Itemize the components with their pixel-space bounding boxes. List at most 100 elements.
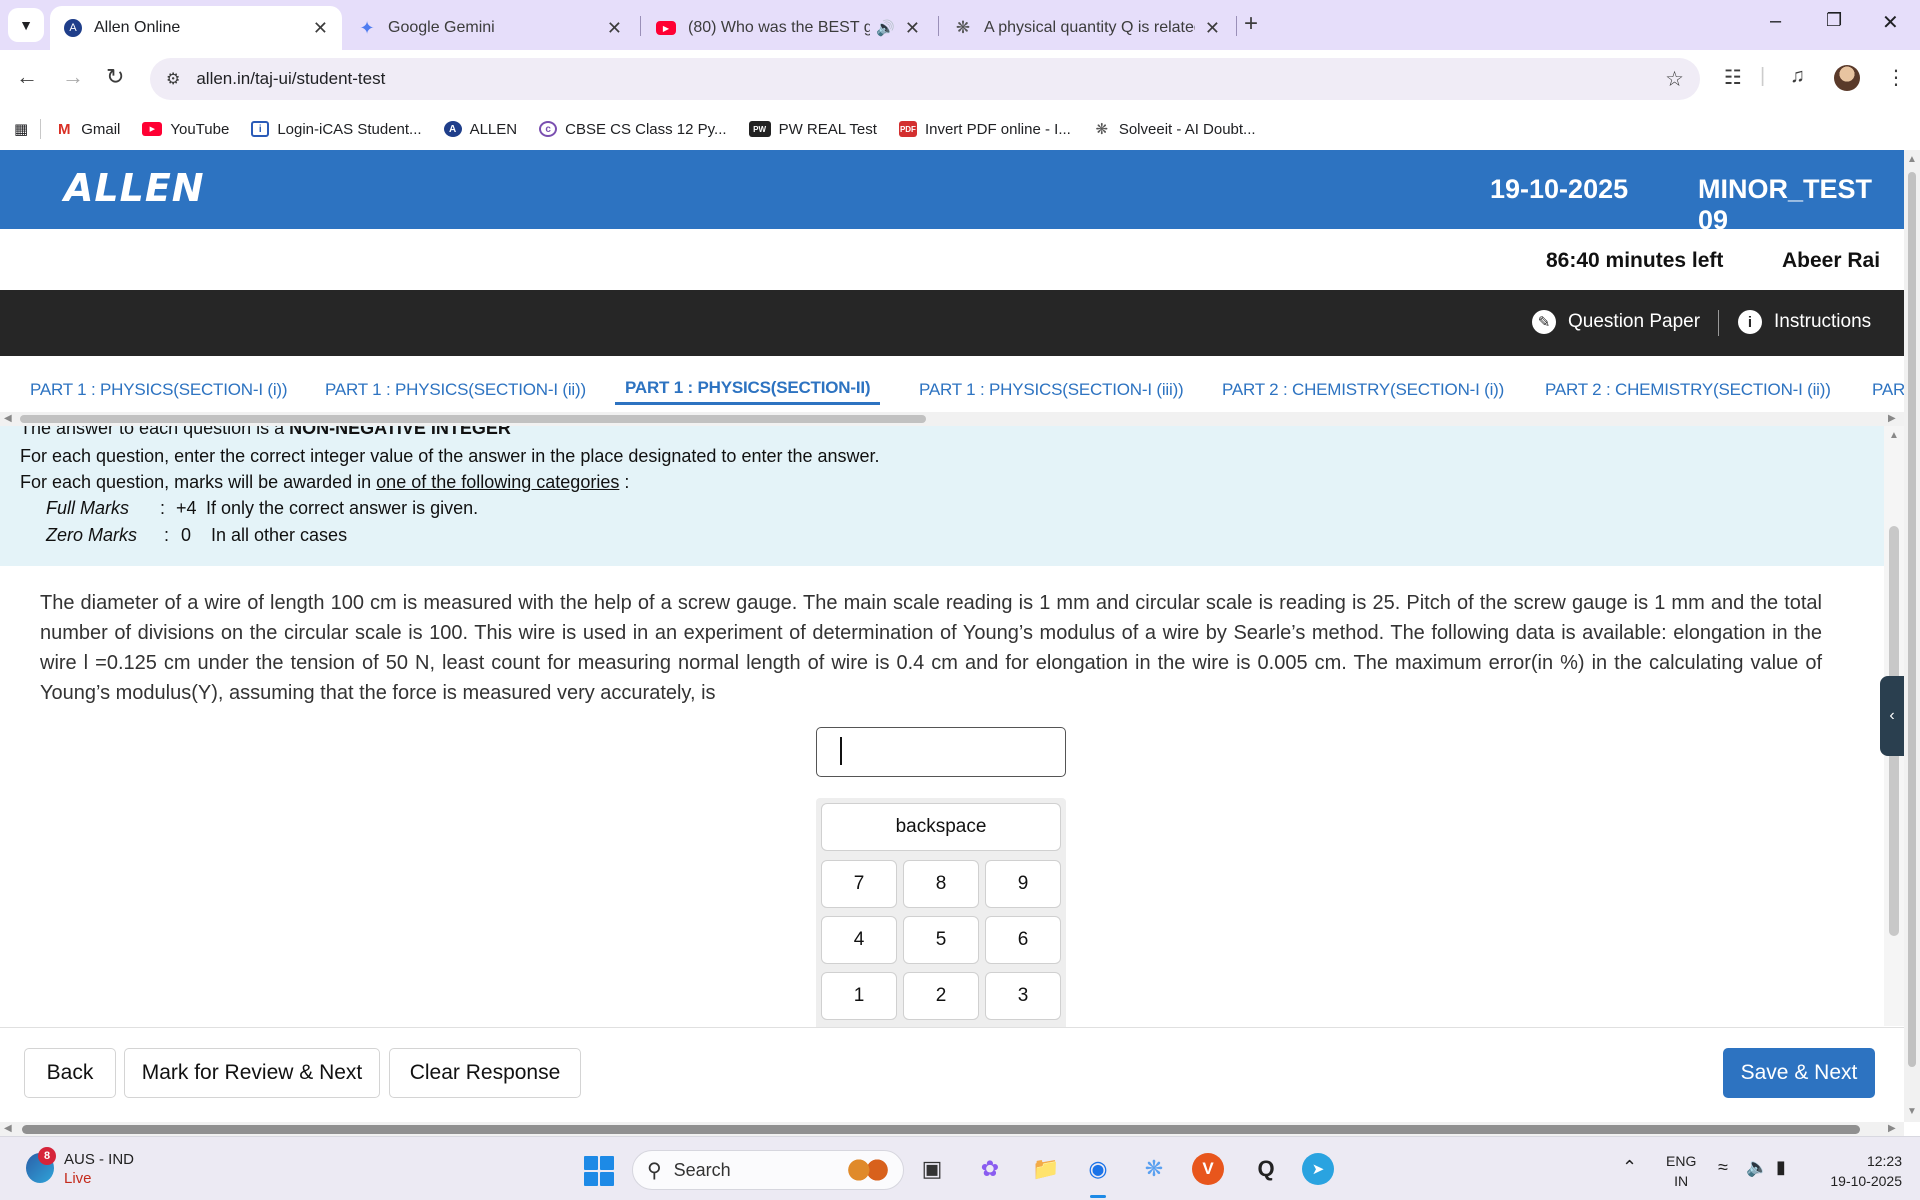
- instruction-line-1: The answer to each question is a NON-NEG…: [20, 426, 511, 438]
- bookmark-invert-pdf[interactable]: PDF Invert PDF online - I...: [898, 121, 1071, 138]
- bookmark-pw-real-test[interactable]: PW PW REAL Test: [748, 121, 877, 138]
- wifi-icon[interactable]: ≈: [1718, 1157, 1728, 1178]
- tab-physics-section-1-iii[interactable]: PART 1 : PHYSICS(SECTION-I (iii)): [919, 380, 1184, 400]
- volume-icon[interactable]: 🔈: [1746, 1157, 1768, 1178]
- tab-physics-section-1-ii[interactable]: PART 1 : PHYSICS(SECTION-I (ii)): [325, 380, 586, 400]
- media-controls-icon[interactable]: ♫: [1790, 65, 1805, 88]
- minimize-icon[interactable]: –: [1770, 10, 1781, 33]
- keypad-backspace-button[interactable]: backspace: [821, 803, 1061, 851]
- input-language[interactable]: ENG IN: [1666, 1151, 1696, 1191]
- instructions-button[interactable]: i Instructions: [1738, 310, 1871, 334]
- close-window-icon[interactable]: ✕: [1882, 10, 1899, 35]
- keypad-key-9[interactable]: 9: [985, 860, 1061, 908]
- answer-input[interactable]: [816, 727, 1066, 777]
- actions-divider: [1718, 310, 1719, 336]
- live-score-widget[interactable]: 8 AUS - IND Live: [22, 1147, 222, 1191]
- scroll-up-icon[interactable]: ▲: [1907, 154, 1917, 165]
- bookmark-allen[interactable]: A ALLEN: [443, 121, 517, 138]
- zero-marks-desc: In all other cases: [211, 525, 348, 545]
- system-clock[interactable]: 12:23 19-10-2025: [1818, 1151, 1902, 1191]
- address-bar[interactable]: ⚙ allen.in/taj-ui/student-test ☆: [150, 58, 1700, 100]
- windows-start-icon[interactable]: [584, 1156, 614, 1186]
- tab-physics-section-2[interactable]: PART 1 : PHYSICS(SECTION-II): [625, 378, 871, 398]
- bookmark-youtube[interactable]: ▶ YouTube: [142, 121, 229, 138]
- copilot-icon[interactable]: ✿: [972, 1151, 1008, 1187]
- keypad-key-6[interactable]: 6: [985, 916, 1061, 964]
- scroll-left-icon[interactable]: ◀: [4, 1123, 12, 1134]
- close-tab-icon[interactable]: ✕: [607, 18, 622, 39]
- telegram-icon[interactable]: ➤: [1302, 1153, 1334, 1185]
- browser-tab-gemini[interactable]: ✦ Google Gemini ✕: [344, 6, 636, 50]
- student-name: Abeer Rai: [1782, 249, 1881, 272]
- keypad-key-8[interactable]: 8: [903, 860, 979, 908]
- close-tab-icon[interactable]: ✕: [905, 18, 920, 39]
- page-horizontal-scrollbar[interactable]: ◀ ▶: [0, 1122, 1904, 1136]
- scroll-up-icon[interactable]: ▲: [1889, 430, 1899, 441]
- scroll-down-icon[interactable]: ▼: [1907, 1106, 1917, 1117]
- restore-icon[interactable]: ❐: [1826, 10, 1842, 31]
- bookmark-solveeit[interactable]: ❋ Solveeit - AI Doubt...: [1093, 121, 1256, 139]
- scroll-right-icon[interactable]: ▶: [1888, 1123, 1896, 1134]
- bookmark-star-icon[interactable]: ☆: [1665, 67, 1684, 92]
- vivaldi-icon[interactable]: V: [1192, 1153, 1224, 1185]
- question-palette-toggle[interactable]: ‹: [1880, 676, 1904, 756]
- scroll-left-icon[interactable]: ◀: [4, 413, 12, 424]
- tab-physics-section-1-i[interactable]: PART 1 : PHYSICS(SECTION-I (i)): [30, 380, 288, 400]
- keypad-key-4[interactable]: 4: [821, 916, 897, 964]
- browser-tab-physics-question[interactable]: ❋ A physical quantity Q is related ✕: [940, 6, 1234, 50]
- chrome-menu-icon[interactable]: ⋮: [1886, 65, 1906, 90]
- active-tab-indicator: [615, 402, 880, 405]
- clear-response-button[interactable]: Clear Response: [389, 1048, 581, 1098]
- scrollbar-thumb[interactable]: [22, 1125, 1860, 1134]
- save-next-button[interactable]: Save & Next: [1723, 1048, 1875, 1098]
- back-button[interactable]: Back: [24, 1048, 116, 1098]
- apps-grid-icon[interactable]: ▦: [14, 120, 28, 138]
- close-tab-icon[interactable]: ✕: [313, 18, 328, 39]
- section-tabs: PART 1 : PHYSICS(SECTION-I (i)) PART 1 :…: [0, 356, 1904, 406]
- keypad-key-7[interactable]: 7: [821, 860, 897, 908]
- task-view-icon[interactable]: ▣: [914, 1151, 950, 1187]
- chevron-up-icon[interactable]: ⌃: [1622, 1157, 1637, 1178]
- profile-avatar[interactable]: [1834, 65, 1860, 91]
- atom-app-icon[interactable]: ❋: [1136, 1151, 1172, 1187]
- bookmark-cbse-cs[interactable]: c CBSE CS Class 12 Py...: [539, 121, 727, 138]
- quillbot-icon[interactable]: Q: [1248, 1151, 1284, 1187]
- keypad-key-5[interactable]: 5: [903, 916, 979, 964]
- youtube-favicon-icon: ▶: [656, 21, 676, 35]
- back-arrow-icon[interactable]: ←: [16, 64, 38, 90]
- site-settings-icon[interactable]: ⚙: [166, 69, 180, 89]
- test-name: MINOR_TEST 09: [1698, 174, 1873, 235]
- new-tab-icon[interactable]: +: [1244, 10, 1258, 38]
- bookmark-icas[interactable]: i Login-iCAS Student...: [251, 121, 422, 138]
- tab-search-button[interactable]: ▼: [8, 8, 44, 42]
- scroll-right-icon[interactable]: ▶: [1888, 413, 1896, 424]
- reload-icon[interactable]: ↻: [106, 64, 124, 90]
- zero-marks-label: Zero Marks: [46, 525, 138, 545]
- mark-for-review-button[interactable]: Mark for Review & Next: [124, 1048, 380, 1098]
- url-text[interactable]: allen.in/taj-ui/student-test: [196, 69, 385, 89]
- keypad-key-3[interactable]: 3: [985, 972, 1061, 1020]
- battery-icon[interactable]: ▮: [1776, 1157, 1786, 1178]
- scrollbar-thumb[interactable]: [1908, 172, 1916, 1067]
- keypad-key-1[interactable]: 1: [821, 972, 897, 1020]
- file-explorer-icon[interactable]: 📁: [1028, 1151, 1064, 1187]
- bookmark-gmail[interactable]: M Gmail: [55, 121, 120, 138]
- forward-arrow-icon[interactable]: →: [62, 64, 84, 90]
- page-vertical-scrollbar[interactable]: ▲ ▼: [1904, 150, 1920, 1122]
- chevron-left-icon: ‹: [1889, 707, 1895, 724]
- scrollbar-thumb[interactable]: [20, 415, 926, 423]
- tab-chemistry-section-1-i[interactable]: PART 2 : CHEMISTRY(SECTION-I (i)): [1222, 380, 1504, 400]
- browser-tab-youtube[interactable]: ▶ (80) Who was the BEST god 🔊 ✕: [642, 6, 934, 50]
- tab-more-sections[interactable]: PAR: [1872, 380, 1904, 400]
- browser-tab-allen[interactable]: A Allen Online ✕: [50, 6, 342, 50]
- question-paper-button[interactable]: ✎ Question Paper: [1532, 310, 1700, 334]
- speaker-icon[interactable]: 🔊: [876, 19, 895, 37]
- close-tab-icon[interactable]: ✕: [1205, 18, 1220, 39]
- chrome-icon[interactable]: ◉: [1080, 1151, 1116, 1187]
- taskbar-search[interactable]: ⚲ Search: [632, 1150, 904, 1190]
- tab-chemistry-section-1-ii[interactable]: PART 2 : CHEMISTRY(SECTION-I (ii)): [1545, 380, 1831, 400]
- extensions-puzzle-icon[interactable]: ☷: [1724, 65, 1742, 90]
- tab-separator: [640, 16, 641, 36]
- keypad-key-2[interactable]: 2: [903, 972, 979, 1020]
- section-tabs-scrollbar[interactable]: ◀ ▶: [0, 412, 1904, 426]
